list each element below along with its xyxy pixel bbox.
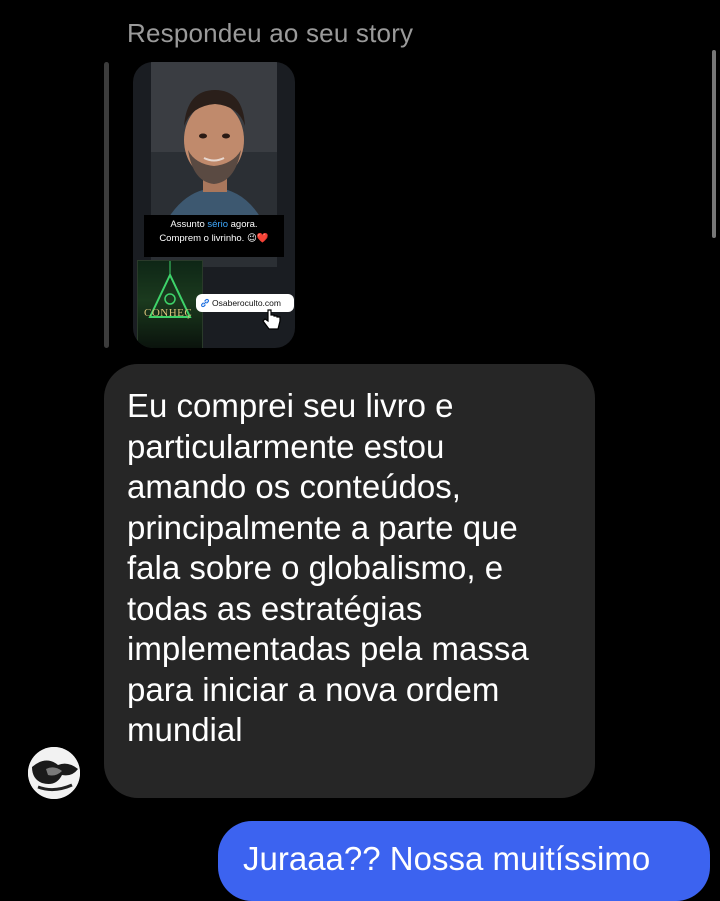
- incoming-message-text: Eu comprei seu livro e particularmente e…: [127, 387, 529, 748]
- book-title: CONHEÇ: [144, 307, 193, 319]
- avatar[interactable]: [28, 747, 80, 799]
- caption-highlight: sério: [207, 219, 228, 230]
- scrollbar[interactable]: [712, 50, 716, 238]
- outgoing-message-text: Juraaa?? Nossa muitíssimo: [243, 840, 651, 877]
- caption-line-2: Comprem o livrinho. 😉❤️: [159, 233, 269, 244]
- story-preview[interactable]: Assunto sério agora. Comprem o livrinho.…: [133, 62, 295, 348]
- link-icon: [201, 298, 209, 308]
- reply-label: Respondeu ao seu story: [127, 18, 414, 48]
- book-triangle-icon: [148, 261, 192, 318]
- book-cover: CONHEÇ: [137, 260, 203, 348]
- caption-suffix: agora.: [227, 219, 258, 230]
- pointer-hand-icon: [262, 309, 281, 330]
- caption-prefix: Assunto: [170, 219, 208, 230]
- link-sticker-text: Osaberoculto.com: [212, 298, 281, 308]
- avatar-image: [28, 747, 80, 799]
- story-caption: Assunto sério agora. Comprem o livrinho.…: [144, 215, 284, 257]
- story-quote-bar: [104, 62, 109, 348]
